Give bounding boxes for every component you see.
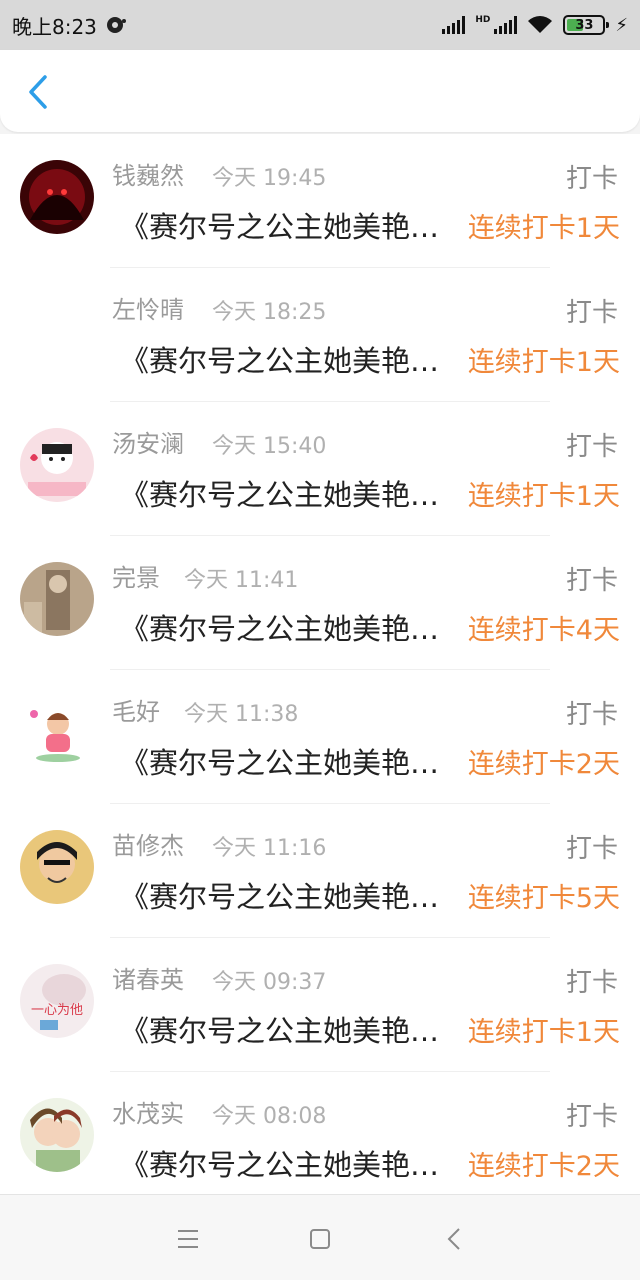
book-title[interactable]: 《赛尔号之公主她美艳动人》 (120, 740, 460, 782)
wifi-icon (528, 16, 553, 33)
checkin-tag: 打卡 (565, 700, 618, 730)
back-triangle-icon (447, 1228, 460, 1250)
menu-button[interactable] (174, 1225, 202, 1253)
nav-back-button[interactable] (440, 1225, 468, 1253)
chevron-left-icon (29, 75, 47, 109)
list-item[interactable]: 苗修杰 今天 11:16 打卡 《赛尔号之公主她美艳动人》 连续打卡5天 (0, 804, 640, 938)
signal-hd-icon (494, 16, 518, 34)
checkin-tag: 打卡 (565, 834, 618, 864)
menu-icon (178, 1230, 198, 1248)
user-name[interactable]: 水茂实 (112, 1094, 184, 1129)
user-name[interactable]: 毛好 (112, 692, 160, 727)
signal-icon (442, 16, 466, 34)
notification-icon (106, 17, 126, 33)
avatar-caption: 一心为他 (31, 1003, 83, 1018)
streak-label: 连续打卡1天 (467, 347, 620, 378)
avatar[interactable] (20, 1098, 94, 1172)
user-name[interactable]: 钱巍然 (112, 156, 184, 191)
hd-label: HD (475, 15, 491, 25)
avatar[interactable] (20, 696, 94, 770)
book-title[interactable]: 《赛尔号之公主她美艳动人》 (120, 472, 460, 514)
status-left: 晚上8:23 (12, 11, 127, 40)
book-title[interactable]: 《赛尔号之公主她美艳动人》 (120, 606, 460, 648)
checkin-tag: 打卡 (565, 1102, 618, 1132)
top-header (0, 50, 640, 132)
user-name[interactable]: 汤安澜 (112, 424, 184, 459)
back-button[interactable] (18, 72, 58, 112)
post-time: 今天 11:16 (212, 836, 327, 861)
list-item[interactable]: 水茂实 今天 08:08 打卡 《赛尔号之公主她美艳动人》 连续打卡2天 (0, 1072, 640, 1194)
post-time: 今天 19:45 (212, 166, 327, 191)
streak-label: 连续打卡2天 (467, 749, 620, 780)
streak-label: 连续打卡1天 (467, 481, 620, 512)
battery-icon: 33 (563, 15, 610, 35)
list-item[interactable]: 汤安澜 今天 15:40 打卡 《赛尔号之公主她美艳动人》 连续打卡1天 (0, 402, 640, 536)
post-time: 今天 08:08 (212, 1104, 327, 1129)
post-time: 今天 09:37 (212, 970, 327, 995)
checkin-tag: 打卡 (565, 566, 618, 596)
user-name[interactable]: 完景 (112, 558, 160, 593)
checkin-tag: 打卡 (565, 968, 618, 998)
home-square-icon (310, 1229, 330, 1249)
charging-icon: ⚡ (615, 14, 628, 36)
avatar[interactable]: 一心为他 (20, 964, 94, 1038)
post-time: 今天 11:41 (184, 568, 299, 593)
checkin-tag: 打卡 (565, 432, 618, 462)
list-item[interactable]: 左怜晴 今天 18:25 打卡 《赛尔号之公主她美艳动人》 连续打卡1天 (0, 268, 640, 402)
streak-label: 连续打卡5天 (467, 883, 620, 914)
list-item[interactable]: 毛好 今天 11:38 打卡 《赛尔号之公主她美艳动人》 连续打卡2天 (0, 670, 640, 804)
user-name[interactable]: 诸春英 (112, 960, 184, 995)
streak-label: 连续打卡1天 (467, 1017, 620, 1048)
post-time: 今天 11:38 (184, 702, 299, 727)
list-item[interactable]: 一心为他 诸春英 今天 09:37 打卡 《赛尔号之公主她美艳动人》 连续打卡1… (0, 938, 640, 1072)
battery-level: 33 (575, 17, 594, 33)
avatar[interactable] (20, 562, 94, 636)
checkin-list: 钱巍然 今天 19:45 打卡 《赛尔号之公主她美艳动人》 连续打卡1天 左怜晴… (0, 134, 640, 1194)
status-bar: 晚上8:23 HD 33 ⚡ (0, 0, 640, 50)
book-title[interactable]: 《赛尔号之公主她美艳动人》 (120, 1142, 460, 1184)
status-time: 晚上8:23 (12, 14, 97, 39)
book-title[interactable]: 《赛尔号之公主她美艳动人》 (120, 1008, 460, 1050)
avatar[interactable] (20, 830, 94, 904)
checkin-tag: 打卡 (565, 164, 618, 194)
user-name[interactable]: 左怜晴 (112, 290, 184, 325)
book-title[interactable]: 《赛尔号之公主她美艳动人》 (120, 338, 460, 380)
status-right: HD 33 ⚡ (442, 15, 628, 36)
list-item[interactable]: 钱巍然 今天 19:45 打卡 《赛尔号之公主她美艳动人》 连续打卡1天 (0, 134, 640, 268)
avatar[interactable] (20, 428, 94, 502)
book-title[interactable]: 《赛尔号之公主她美艳动人》 (120, 204, 460, 246)
user-name[interactable]: 苗修杰 (112, 826, 184, 861)
post-time: 今天 18:25 (212, 300, 327, 325)
streak-label: 连续打卡4天 (467, 615, 620, 646)
streak-label: 连续打卡1天 (467, 213, 620, 244)
system-nav-bar (0, 1194, 640, 1280)
home-button[interactable] (306, 1225, 334, 1253)
avatar[interactable] (20, 160, 94, 234)
post-time: 今天 15:40 (212, 434, 327, 459)
streak-label: 连续打卡2天 (467, 1151, 620, 1182)
book-title[interactable]: 《赛尔号之公主她美艳动人》 (120, 874, 460, 916)
list-item[interactable]: 完景 今天 11:41 打卡 《赛尔号之公主她美艳动人》 连续打卡4天 (0, 536, 640, 670)
checkin-tag: 打卡 (565, 298, 618, 328)
